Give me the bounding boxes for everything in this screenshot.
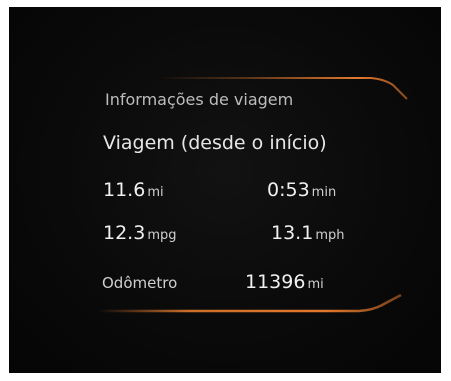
trip-subtitle: Viagem (desde o início) — [103, 132, 327, 154]
trip-fuel-economy-value: 12.3 — [103, 222, 146, 244]
cluster-display: Informações de viagem Viagem (desde o in… — [9, 7, 441, 373]
odometer-unit: mi — [307, 277, 324, 292]
photo-frame: Informações de viagem Viagem (desde o in… — [0, 0, 451, 381]
trip-fuel-economy: 12.3 mpg — [103, 224, 176, 243]
trip-distance: 11.6 mi — [103, 181, 164, 200]
odometer-label: Odômetro — [102, 274, 178, 292]
trip-time-unit: min — [311, 185, 337, 200]
trip-info-title: Informações de viagem — [105, 90, 294, 109]
trip-avg-speed: 13.1 mph — [271, 224, 344, 243]
trip-distance-value: 11.6 — [103, 179, 146, 201]
trip-avg-speed-value: 13.1 — [271, 222, 314, 244]
trip-fuel-economy-unit: mpg — [147, 228, 177, 243]
odometer-reading: 11396 mi — [245, 273, 324, 292]
odometer-value: 11396 — [245, 271, 306, 293]
bottom-accent-line — [97, 293, 402, 313]
trip-avg-speed-unit: mph — [315, 228, 345, 243]
trip-time-value: 0:53 — [267, 179, 310, 201]
trip-time: 0:53 min — [267, 181, 336, 200]
display-decorations — [97, 77, 408, 313]
trip-distance-unit: mi — [147, 185, 164, 200]
